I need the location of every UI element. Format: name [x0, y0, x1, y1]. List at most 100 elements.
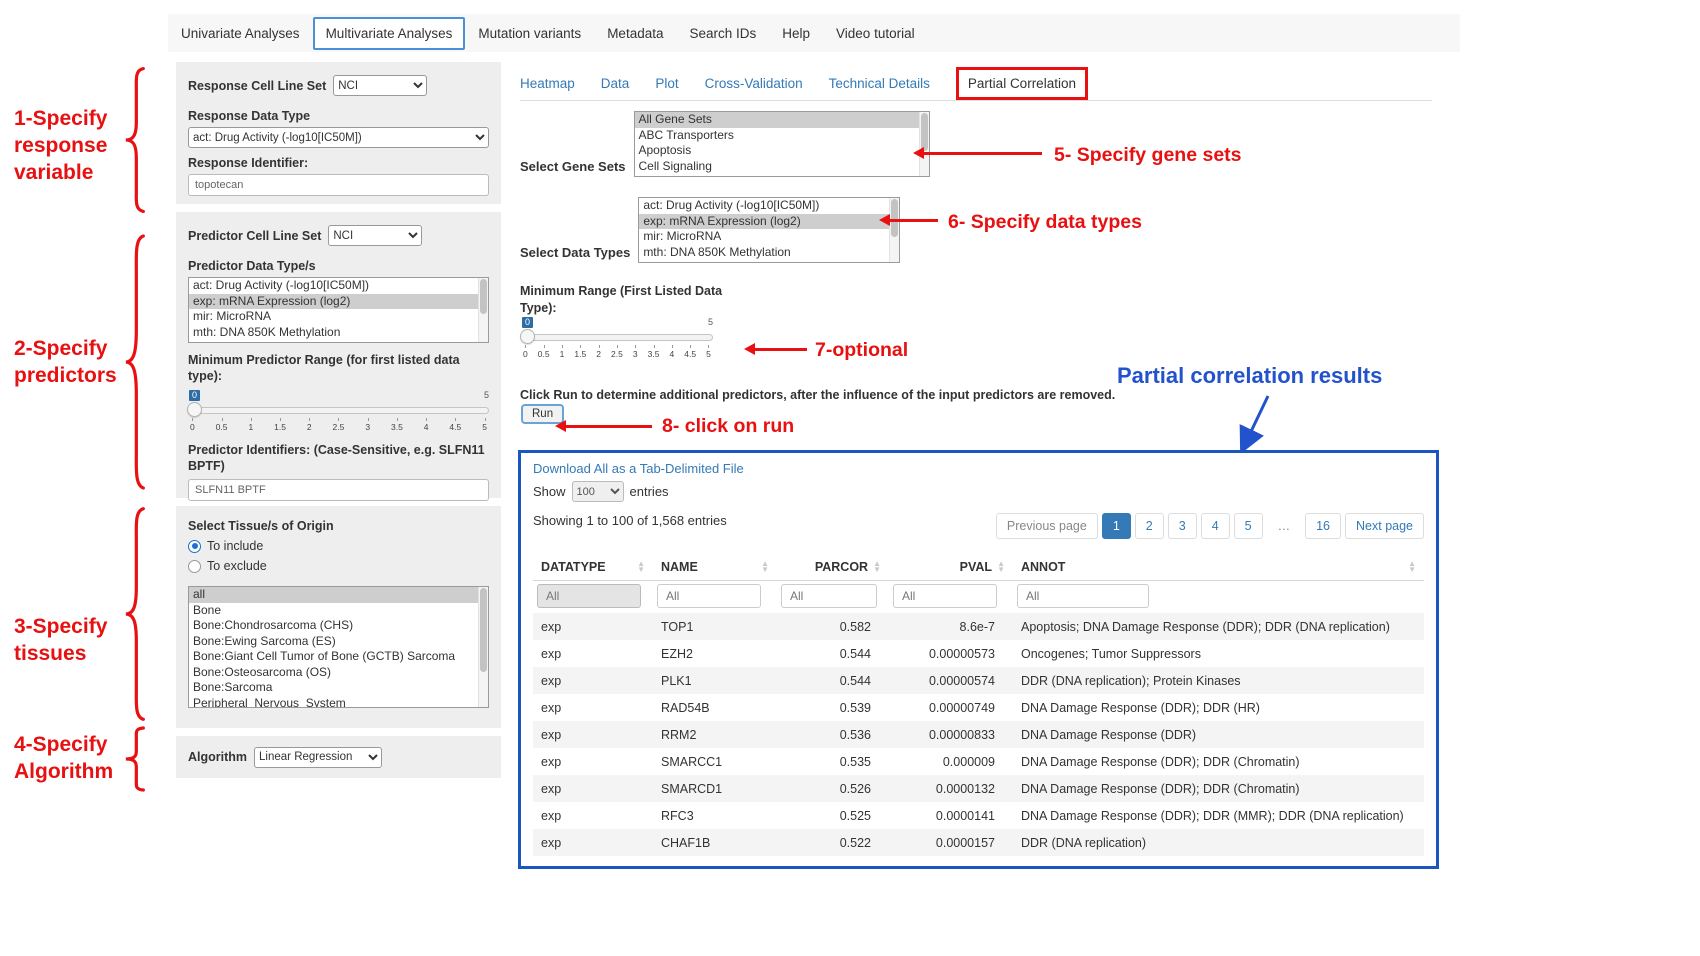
filter-datatype-input[interactable]: [537, 584, 641, 608]
annotation-step3: 3-Specify tissues: [14, 614, 136, 668]
predictor-identifiers-input[interactable]: [188, 479, 489, 501]
tick-label: 0: [190, 418, 195, 432]
table-row[interactable]: exp RRM2 0.536 0.00000833 DNA Damage Res…: [533, 721, 1424, 748]
tick-label: 2: [307, 418, 312, 432]
sort-icon[interactable]: [997, 561, 1005, 573]
table-row[interactable]: exp RAD54B 0.539 0.00000749 DNA Damage R…: [533, 694, 1424, 721]
list-item[interactable]: Bone:Chondrosarcoma (CHS): [189, 618, 488, 634]
radio-icon: [188, 540, 201, 553]
list-item[interactable]: exp: mRNA Expression (log2): [639, 214, 899, 230]
list-item[interactable]: exp: mRNA Expression (log2): [189, 294, 488, 310]
tick-label: 1.5: [574, 345, 586, 359]
table-row[interactable]: exp RFC3 0.525 0.0000141 DNA Damage Resp…: [533, 802, 1424, 829]
list-item[interactable]: Peripheral_Nervous_System: [189, 696, 488, 709]
table-row[interactable]: exp SMARCD1 0.526 0.0000132 DNA Damage R…: [533, 775, 1424, 802]
list-item[interactable]: Apoptosis: [635, 143, 929, 159]
tab-plot[interactable]: Plot: [655, 76, 678, 91]
tab-partial-correlation[interactable]: Partial Correlation: [956, 67, 1088, 100]
nav-search-ids[interactable]: Search IDs: [676, 16, 769, 51]
page-button-2[interactable]: 2: [1135, 513, 1164, 539]
algorithm-select[interactable]: Linear Regression: [254, 747, 382, 768]
scrollbar[interactable]: [478, 587, 488, 707]
cell-datatype: exp: [533, 748, 653, 775]
list-item[interactable]: Bone:Ewing Sarcoma (ES): [189, 634, 488, 650]
cell-annot: DNA Damage Response (DDR); DDR (Chromati…: [1013, 775, 1424, 802]
predictor-cell-line-set-select[interactable]: NCI: [328, 225, 422, 246]
nav-multivariate-analyses[interactable]: Multivariate Analyses: [313, 17, 466, 50]
filter-name-input[interactable]: [657, 584, 761, 608]
tick-label: 3.5: [648, 345, 660, 359]
tab-cross-validation[interactable]: Cross-Validation: [705, 76, 803, 91]
list-item[interactable]: act: Drug Activity (-log10[IC50M]): [189, 278, 488, 294]
data-types-label: Select Data Types: [520, 245, 630, 260]
slider-handle[interactable]: [520, 329, 535, 344]
predictor-identifiers-label: Predictor Identifiers: (Case-Sensitive, …: [188, 442, 489, 475]
list-item[interactable]: mir: MicroRNA: [639, 229, 899, 245]
list-item[interactable]: mth: DNA 850K Methylation: [639, 245, 899, 261]
scrollbar[interactable]: [478, 278, 488, 342]
table-row[interactable]: exp TOP1 0.582 8.6e-7 Apoptosis; DNA Dam…: [533, 613, 1424, 640]
cell-datatype: exp: [533, 775, 653, 802]
page-button-5[interactable]: 5: [1234, 513, 1263, 539]
tab-heatmap[interactable]: Heatmap: [520, 76, 575, 91]
cell-name: RFC3: [653, 802, 777, 829]
slider-handle[interactable]: [187, 402, 202, 417]
list-item[interactable]: Cell Signaling: [635, 159, 929, 175]
show-entries-select[interactable]: 100: [572, 481, 624, 502]
tissue-include-radio[interactable]: To include: [188, 539, 489, 553]
header-name[interactable]: NAME: [653, 554, 777, 581]
nav-mutation-variants[interactable]: Mutation variants: [465, 16, 594, 51]
tissue-include-label: To include: [207, 539, 263, 553]
list-item[interactable]: Bone: [189, 603, 488, 619]
list-item[interactable]: Bone:Sarcoma: [189, 680, 488, 696]
page-button-1[interactable]: 1: [1102, 513, 1131, 539]
page-button-3[interactable]: 3: [1168, 513, 1197, 539]
list-item[interactable]: All Gene Sets: [635, 112, 929, 128]
nav-univariate-analyses[interactable]: Univariate Analyses: [168, 16, 313, 51]
scrollbar[interactable]: [919, 112, 929, 176]
response-data-type-label: Response Data Type: [188, 109, 489, 123]
header-datatype[interactable]: DATATYPE: [533, 554, 653, 581]
list-item[interactable]: all: [189, 587, 488, 603]
header-annot[interactable]: ANNOT: [1013, 554, 1424, 581]
sort-icon[interactable]: [1408, 561, 1416, 573]
list-item[interactable]: Bone:Giant Cell Tumor of Bone (GCTB) Sar…: [189, 649, 488, 665]
slider-track[interactable]: [521, 334, 713, 341]
tick-label: 1: [560, 345, 565, 359]
response-data-type-select[interactable]: act: Drug Activity (-log10[IC50M]): [188, 127, 489, 148]
filter-parcor-input[interactable]: [781, 584, 877, 608]
header-pval[interactable]: PVAL: [889, 554, 1013, 581]
sort-icon[interactable]: [637, 561, 645, 573]
nav-help[interactable]: Help: [769, 16, 823, 51]
slider-track[interactable]: [188, 407, 489, 414]
sort-icon[interactable]: [761, 561, 769, 573]
list-item[interactable]: mir: MicroRNA: [189, 309, 488, 325]
tissue-exclude-radio[interactable]: To exclude: [188, 559, 489, 573]
list-item[interactable]: ABC Transporters: [635, 128, 929, 144]
header-parcor[interactable]: PARCOR: [777, 554, 889, 581]
nav-metadata[interactable]: Metadata: [594, 16, 676, 51]
min-predictor-range-slider: 0 5 0 0.5 1 1.5 2 2.5 3 3.5 4 4.5 5: [188, 397, 489, 433]
page-button-4[interactable]: 4: [1201, 513, 1230, 539]
response-identifier-input[interactable]: [188, 174, 489, 196]
scrollbar[interactable]: [889, 198, 899, 262]
tab-data[interactable]: Data: [601, 76, 630, 91]
table-row[interactable]: exp PLK1 0.544 0.00000574 DDR (DNA repli…: [533, 667, 1424, 694]
table-row[interactable]: exp EZH2 0.544 0.00000573 Oncogenes; Tum…: [533, 640, 1424, 667]
arrow-step6-icon: [890, 219, 938, 222]
sort-icon[interactable]: [873, 561, 881, 573]
nav-video-tutorial[interactable]: Video tutorial: [823, 16, 928, 51]
download-all-link[interactable]: Download All as a Tab-Delimited File: [533, 461, 744, 476]
next-page-button[interactable]: Next page: [1345, 513, 1424, 539]
table-row[interactable]: exp CHAF1B 0.522 0.0000157 DDR (DNA repl…: [533, 829, 1424, 856]
list-item[interactable]: act: Drug Activity (-log10[IC50M]): [639, 198, 899, 214]
page-button-16[interactable]: 16: [1305, 513, 1341, 539]
list-item[interactable]: Bone:Osteosarcoma (OS): [189, 665, 488, 681]
response-cell-line-set-select[interactable]: NCI: [333, 75, 427, 96]
previous-page-button[interactable]: Previous page: [996, 513, 1098, 539]
filter-annot-input[interactable]: [1017, 584, 1149, 608]
tab-technical-details[interactable]: Technical Details: [829, 76, 930, 91]
list-item[interactable]: mth: DNA 850K Methylation: [189, 325, 488, 341]
table-row[interactable]: exp SMARCC1 0.535 0.000009 DNA Damage Re…: [533, 748, 1424, 775]
filter-pval-input[interactable]: [893, 584, 997, 608]
